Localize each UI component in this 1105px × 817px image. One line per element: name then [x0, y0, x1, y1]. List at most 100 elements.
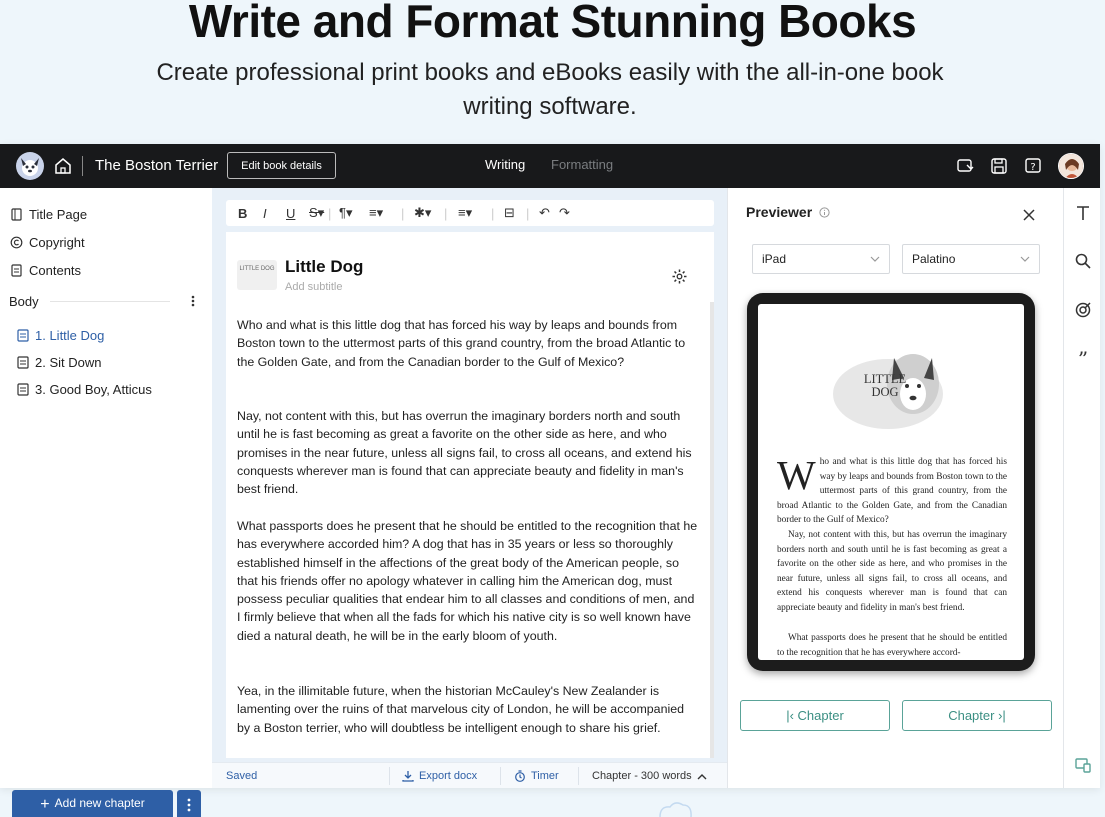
- list-icon[interactable]: ≡▾: [458, 204, 472, 222]
- search-icon[interactable]: [1074, 252, 1092, 270]
- chapter-item-good-boy-atticus[interactable]: 3. Good Boy, Atticus: [17, 382, 152, 397]
- paragraph[interactable]: Yea, in the illimitable future, when the…: [237, 682, 700, 737]
- sidebar-item-label: Contents: [29, 263, 82, 278]
- divider: |: [401, 205, 405, 221]
- chevron-down-icon: [1020, 256, 1030, 262]
- next-chapter-label: Chapter: [948, 708, 995, 723]
- quote-icon[interactable]: ”: [1074, 350, 1092, 368]
- timer-icon: [515, 770, 525, 782]
- section-menu-icon[interactable]: [188, 294, 198, 308]
- scrollbar[interactable]: [710, 302, 714, 758]
- home-icon[interactable]: [54, 157, 72, 175]
- help-icon[interactable]: ?: [1023, 156, 1043, 176]
- preview-paragraph: What passports does he present that he s…: [777, 633, 1007, 658]
- divider: [389, 767, 390, 785]
- editor-area: B I U S▾ | ¶▾ ≡▾ | ✱▾ | ≡▾ | ⊟ | ↶ ↷ LIT…: [212, 188, 727, 788]
- info-icon[interactable]: [819, 207, 830, 218]
- preview-page[interactable]: LITTLE DOG Who and what is this little d…: [758, 304, 1024, 660]
- page-icon: [11, 208, 22, 221]
- add-chapter-label: Add new chapter: [54, 796, 145, 810]
- strikethrough-icon[interactable]: S▾: [309, 204, 324, 222]
- goal-icon[interactable]: [1074, 301, 1092, 319]
- saved-status: Saved: [226, 770, 258, 782]
- logo-icon[interactable]: [16, 152, 44, 180]
- cloud-icon: [659, 802, 692, 817]
- divider: |: [328, 205, 332, 221]
- paragraph[interactable]: What passports does he present that he s…: [237, 517, 700, 645]
- timer-button[interactable]: Timer: [514, 770, 559, 782]
- divider: [578, 767, 579, 785]
- chapter-title[interactable]: Little Dog: [285, 257, 363, 277]
- copyright-icon: [10, 236, 23, 249]
- undo-icon[interactable]: ↶: [539, 204, 550, 222]
- bold-icon[interactable]: B: [238, 204, 247, 222]
- save-icon[interactable]: [989, 156, 1009, 176]
- word-count: Chapter - 300 words: [592, 770, 692, 782]
- add-chapter-menu-button[interactable]: [177, 790, 201, 817]
- preview-text: Who and what is this little dog that has…: [777, 455, 1007, 528]
- avatar[interactable]: [1058, 153, 1084, 179]
- gear-icon[interactable]: [671, 268, 688, 285]
- chapter-image-thumbnail[interactable]: LITTLE DOG: [237, 260, 277, 290]
- paragraph[interactable]: Who and what is this little dog that has…: [237, 316, 700, 371]
- sidebar-item-title-page[interactable]: Title Page: [10, 207, 87, 222]
- device-icon[interactable]: [1074, 756, 1092, 774]
- illustration-title: LITTLE DOG: [863, 372, 907, 399]
- align-icon[interactable]: ≡▾: [369, 204, 383, 222]
- chapter-item-sit-down[interactable]: 2. Sit Down: [17, 355, 101, 370]
- tab-writing[interactable]: Writing: [485, 157, 525, 172]
- timer-label: Timer: [531, 770, 559, 782]
- scene-break-icon[interactable]: ⊟: [504, 204, 515, 222]
- ornament-icon[interactable]: ✱▾: [414, 204, 431, 222]
- device-select[interactable]: iPad: [752, 244, 890, 274]
- hero-subtitle: Create professional print books and eBoo…: [156, 59, 944, 120]
- sidebar-item-label: Copyright: [29, 235, 85, 250]
- prev-chapter-label: Chapter: [797, 708, 844, 723]
- book-title: The Boston Terrier: [95, 157, 219, 174]
- sidebar-item-label: Title Page: [29, 207, 88, 222]
- italic-icon[interactable]: I: [263, 204, 267, 222]
- preview-device-icon[interactable]: [955, 156, 975, 176]
- sidebar-item-copyright[interactable]: Copyright: [10, 235, 85, 250]
- underline-icon[interactable]: U: [286, 204, 295, 222]
- export-docx-button[interactable]: Export docx: [402, 770, 477, 782]
- redo-icon[interactable]: ↷: [559, 204, 570, 222]
- top-bar: The Boston Terrier Edit book details Wri…: [0, 144, 1100, 188]
- subtitle-input[interactable]: Add subtitle: [285, 281, 342, 293]
- word-count-toggle[interactable]: Chapter - 300 words: [592, 770, 707, 782]
- next-chapter-button[interactable]: Chapter ›|: [902, 700, 1052, 731]
- divider: |: [526, 205, 530, 221]
- chapter-label: 2. Sit Down: [35, 355, 102, 370]
- divider: |: [444, 205, 448, 221]
- contents-icon: [11, 264, 22, 277]
- chapter-icon: [17, 383, 29, 396]
- svg-text:?: ?: [1030, 162, 1035, 173]
- plus-icon: +: [40, 796, 50, 813]
- chapter-item-little-dog[interactable]: 1. Little Dog: [17, 328, 104, 343]
- paragraph-icon[interactable]: ¶▾: [339, 204, 353, 222]
- document-editor[interactable]: LITTLE DOG Little Dog Add subtitle Who a…: [226, 232, 714, 758]
- hero-title: Write and Format Stunning Books: [188, 0, 917, 47]
- font-select-value: Palatino: [912, 252, 956, 266]
- close-icon[interactable]: [1022, 208, 1036, 222]
- font-select[interactable]: Palatino: [902, 244, 1040, 274]
- chevron-down-icon: [870, 256, 880, 262]
- divider: |: [491, 205, 495, 221]
- paragraph[interactable]: Nay, not content with this, but has over…: [237, 407, 700, 498]
- chapter-icon: [17, 329, 29, 342]
- divider: [500, 767, 501, 785]
- tab-formatting[interactable]: Formatting: [551, 157, 613, 172]
- previous-chapter-button[interactable]: |‹ Chapter: [740, 700, 890, 731]
- chapter-label: 1. Little Dog: [35, 328, 105, 343]
- ipad-preview-frame: LITTLE DOG Who and what is this little d…: [747, 293, 1035, 671]
- divider: [50, 301, 170, 302]
- chevron-left-icon: |‹: [786, 708, 798, 723]
- download-icon: [402, 771, 414, 782]
- edit-book-details-button[interactable]: Edit book details: [227, 152, 336, 179]
- sidebar-item-contents[interactable]: Contents: [10, 263, 81, 278]
- text-icon[interactable]: [1074, 204, 1092, 222]
- app-window: The Boston Terrier Edit book details Wri…: [0, 144, 1100, 817]
- format-toolbar: B I U S▾ | ¶▾ ≡▾ | ✱▾ | ≡▾ | ⊟ | ↶ ↷: [226, 200, 714, 226]
- add-new-chapter-button[interactable]: + Add new chapter: [12, 790, 173, 817]
- right-tool-rail: ”: [1063, 188, 1100, 788]
